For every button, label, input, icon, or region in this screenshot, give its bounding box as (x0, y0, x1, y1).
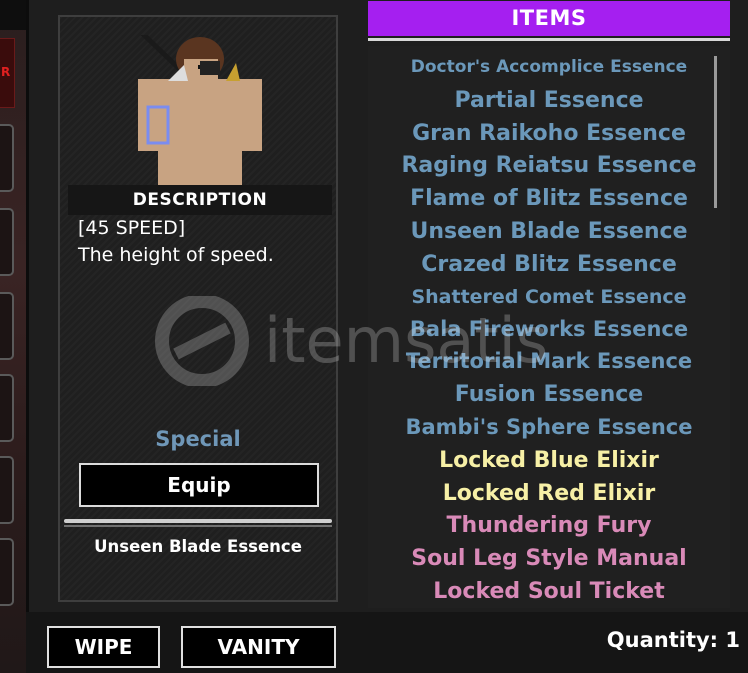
sidebar-slot[interactable] (0, 374, 14, 442)
sidebar-slot[interactable] (0, 208, 14, 276)
list-item[interactable]: Raging Reiatsu Essence (368, 153, 730, 178)
description-title: DESCRIPTION (132, 190, 268, 210)
sidebar-slot[interactable] (0, 456, 14, 524)
quantity-label: Quantity: 1 (606, 628, 740, 652)
left-sidebar: R (0, 0, 26, 673)
list-item[interactable]: Thundering Fury (368, 513, 730, 538)
wipe-button[interactable]: WIPE (47, 626, 160, 668)
description-line: [45 SPEED] (78, 217, 186, 239)
items-scrollbar[interactable] (714, 56, 717, 208)
list-item[interactable]: Territorial Mark Essence (368, 349, 730, 373)
rarity-label: Special (155, 427, 241, 451)
selected-item-name: Unseen Blade Essence (94, 537, 302, 556)
items-title-underline (368, 38, 730, 41)
sidebar-slot[interactable] (0, 292, 14, 360)
divider (64, 519, 332, 523)
list-item[interactable]: Fusion Essence (368, 382, 730, 407)
sidebar-slot[interactable] (0, 124, 14, 192)
list-item[interactable]: Doctor's Accomplice Essence (368, 57, 730, 77)
list-item[interactable]: Shattered Comet Essence (368, 286, 730, 308)
window-edge (26, 0, 29, 673)
list-item[interactable]: Crazed Blitz Essence (368, 252, 730, 277)
list-item[interactable]: Soul Leg Style Manual (368, 546, 730, 571)
description-text: [45 SPEED] The height of speed. (78, 215, 328, 269)
list-item[interactable]: Bambi's Sphere Essence (368, 415, 730, 439)
list-item[interactable]: Partial Essence (368, 88, 730, 113)
sidebar-slot[interactable] (0, 538, 14, 606)
character-avatar-icon (138, 35, 262, 195)
items-panel-title: ITEMS (368, 1, 730, 36)
items-list[interactable]: Doctor's Accomplice Essence Partial Esse… (368, 46, 730, 608)
sidebar-marker-text: R (1, 65, 11, 79)
list-item[interactable]: Locked Blue Elixir (368, 448, 730, 473)
list-item[interactable]: Flame of Blitz Essence (368, 186, 730, 211)
sidebar-top (0, 0, 26, 30)
divider (64, 525, 332, 527)
equip-button[interactable]: Equip (79, 463, 319, 507)
sidebar-red-marker: R (0, 38, 15, 108)
vanity-button[interactable]: VANITY (181, 626, 336, 668)
list-item[interactable]: Gran Raikoho Essence (368, 121, 730, 146)
list-item[interactable]: Locked Soul Ticket (368, 579, 730, 604)
list-item[interactable]: Locked Red Elixir (368, 481, 730, 506)
list-item[interactable]: Bala Fireworks Essence (368, 317, 730, 341)
list-item[interactable]: Unseen Blade Essence (368, 219, 730, 244)
item-detail-panel: DESCRIPTION [45 SPEED] The height of spe… (58, 15, 338, 602)
description-header: DESCRIPTION (68, 185, 332, 215)
description-line: The height of speed. (78, 244, 274, 266)
